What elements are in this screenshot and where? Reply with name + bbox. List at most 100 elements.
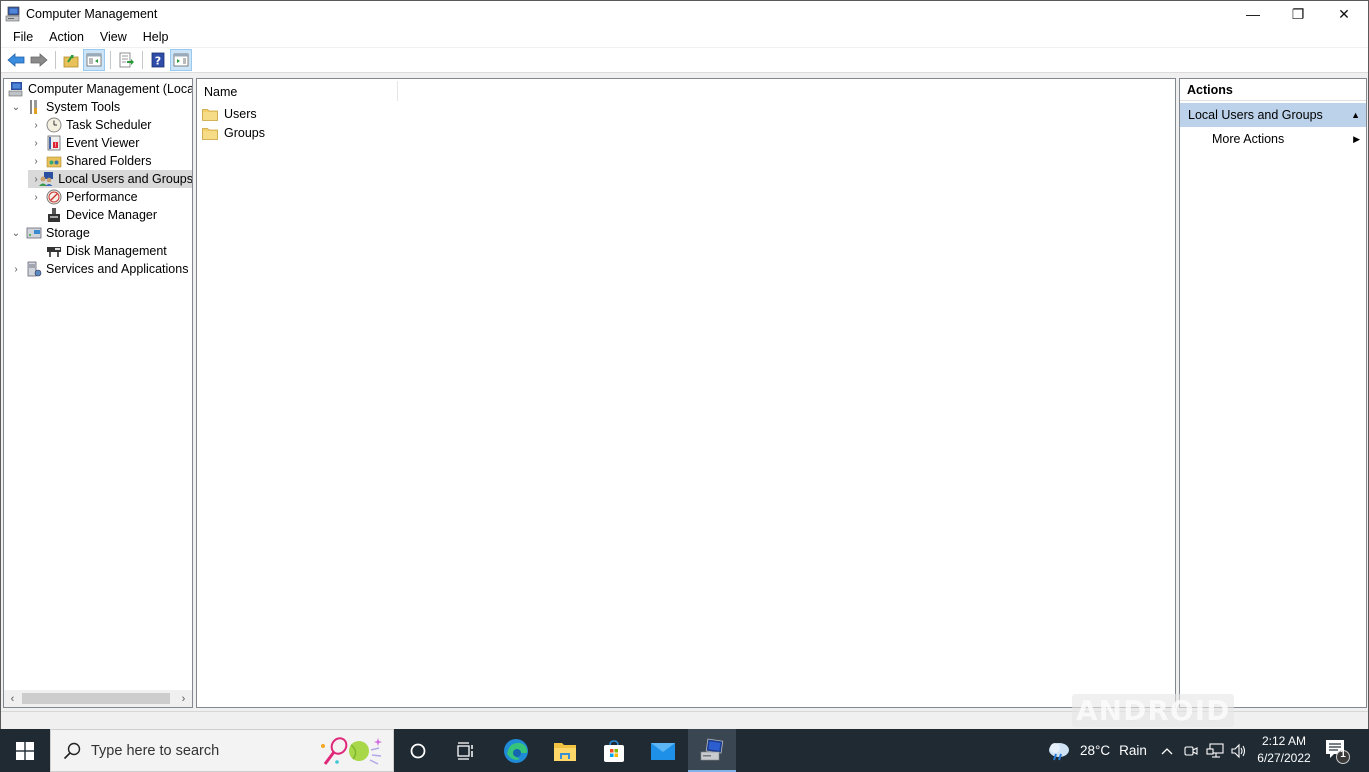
windows-logo-icon (16, 741, 34, 760)
tree-item-label: Storage (46, 226, 90, 240)
show-hide-console-tree-button[interactable] (83, 49, 105, 71)
help-icon: ? (151, 52, 165, 68)
edge-icon (504, 738, 528, 763)
menu-file[interactable]: File (5, 28, 41, 46)
menu-action[interactable]: Action (41, 28, 92, 46)
help-button[interactable]: ? (147, 49, 169, 71)
chevron-down-icon[interactable]: ⌄ (10, 101, 22, 113)
toolbar-separator (110, 51, 111, 69)
actions-group-local-users-and-groups[interactable]: Local Users and Groups ▲ (1180, 103, 1366, 127)
toolbar-separator (55, 51, 56, 69)
weather-rain-icon (1049, 742, 1069, 760)
mail-icon (651, 742, 675, 760)
volume-button[interactable] (1229, 729, 1249, 772)
close-icon: ✕ (1338, 5, 1350, 22)
chevron-right-icon[interactable]: › (30, 119, 42, 131)
minimize-button[interactable]: — (1230, 1, 1276, 27)
tree-item-storage[interactable]: ⌄ Storage (8, 224, 90, 242)
tree-item-label: Performance (66, 190, 138, 204)
chevron-right-icon[interactable]: › (30, 137, 42, 149)
microsoft-store-taskbar-button[interactable] (590, 729, 638, 772)
console-tree: Computer Management (Local ⌄ System Tool… (3, 78, 193, 708)
show-hidden-icons-button[interactable] (1158, 729, 1176, 772)
tree-item-label: Shared Folders (66, 154, 152, 168)
taskbar-clock[interactable]: 2:12 AM 6/27/2022 (1252, 733, 1316, 767)
back-button[interactable] (5, 49, 27, 71)
scroll-right-arrow[interactable]: › (175, 690, 192, 707)
network-button[interactable] (1205, 729, 1225, 772)
meet-now-button[interactable] (1182, 729, 1200, 772)
tree-item-label: Local Users and Groups (58, 172, 193, 186)
computer-management-taskbar-button[interactable] (688, 729, 736, 772)
tree-horizontal-scrollbar[interactable]: ‹ › (4, 690, 192, 707)
start-button[interactable] (0, 729, 50, 772)
folder-up-icon (63, 55, 79, 68)
menu-bar: File Action View Help (1, 27, 1368, 47)
tree-item-performance[interactable]: › Performance (28, 188, 138, 206)
export-list-button[interactable] (115, 49, 137, 71)
action-center-button[interactable]: 1 (1322, 737, 1352, 765)
chevron-right-icon[interactable]: › (30, 173, 42, 185)
shared-folders-icon (46, 156, 62, 168)
submenu-arrow-icon: ▶ (1353, 134, 1360, 144)
event-viewer-icon: ! (47, 135, 61, 151)
list-header: Name (197, 79, 1175, 103)
chevron-right-icon[interactable]: › (30, 191, 42, 203)
close-button[interactable]: ✕ (1321, 1, 1367, 27)
menu-help[interactable]: Help (135, 28, 177, 46)
tree-item-label: Device Manager (66, 208, 158, 222)
performance-icon (46, 189, 62, 205)
status-bar (1, 711, 1368, 731)
file-explorer-taskbar-button[interactable] (541, 729, 589, 772)
chevron-right-icon[interactable]: › (30, 155, 42, 167)
list-item-label: Groups (224, 126, 265, 140)
tree-item-disk-management[interactable]: Disk Management (28, 242, 167, 260)
network-icon (1206, 742, 1224, 758)
collapse-arrow-icon[interactable]: ▲ (1351, 103, 1360, 127)
speaker-icon (1231, 743, 1246, 758)
back-arrow-icon (7, 53, 25, 67)
folder-icon (202, 108, 218, 121)
tree-item-task-scheduler[interactable]: › Task Scheduler (28, 116, 151, 134)
forward-button[interactable] (28, 49, 50, 71)
minimize-icon: — (1246, 6, 1260, 22)
up-one-level-button[interactable] (60, 49, 82, 71)
chevron-left-icon: ‹ (10, 692, 15, 705)
scroll-left-arrow[interactable]: ‹ (4, 690, 21, 707)
tree-item-computer-management[interactable]: Computer Management (Local (8, 80, 192, 98)
list-item-groups[interactable]: Groups (202, 124, 265, 142)
tree-item-shared-folders[interactable]: › Shared Folders (28, 152, 151, 170)
chevron-right-icon[interactable]: › (10, 263, 22, 275)
restore-icon: ❐ (1291, 5, 1305, 22)
chevron-down-icon[interactable]: ⌄ (10, 227, 22, 239)
column-header-name[interactable]: Name (204, 85, 237, 99)
title-bar: Computer Management — ❐ ✕ (1, 1, 1368, 27)
taskbar: Type here to search 28°C Rain 2:12 AM 6/… (0, 729, 1369, 772)
taskbar-search-box[interactable]: Type here to search (50, 729, 394, 772)
folder-icon (202, 127, 218, 140)
storage-icon (26, 227, 42, 239)
search-icon (63, 742, 81, 760)
task-view-button[interactable] (442, 729, 490, 772)
restore-button[interactable]: ❐ (1275, 1, 1321, 27)
tree-item-event-viewer[interactable]: › ! Event Viewer (28, 134, 139, 152)
column-divider[interactable] (397, 81, 398, 101)
list-item-users[interactable]: Users (202, 105, 257, 123)
scrollbar-thumb[interactable] (22, 693, 170, 704)
tree-item-label: Task Scheduler (66, 118, 152, 132)
more-actions-item[interactable]: More Actions ▶ (1180, 129, 1366, 149)
show-hide-action-pane-button[interactable] (170, 49, 192, 71)
menu-view[interactable]: View (92, 28, 135, 46)
tree-item-device-manager[interactable]: Device Manager (28, 206, 157, 224)
mail-taskbar-button[interactable] (639, 729, 687, 772)
weather-widget[interactable]: 28°C Rain (1046, 729, 1147, 772)
cortana-button[interactable] (394, 729, 442, 772)
tree-item-local-users-and-groups[interactable]: › Local Users and Groups (28, 170, 193, 188)
actions-title: Actions (1180, 79, 1366, 101)
edge-taskbar-button[interactable] (492, 729, 540, 772)
tree-item-services-and-applications[interactable]: › Services and Applications (8, 260, 188, 278)
computer-management-icon (8, 82, 23, 97)
tree-item-system-tools[interactable]: ⌄ System Tools (8, 98, 120, 116)
tree-item-label: Event Viewer (66, 136, 140, 150)
notification-count-badge: 1 (1340, 749, 1346, 760)
